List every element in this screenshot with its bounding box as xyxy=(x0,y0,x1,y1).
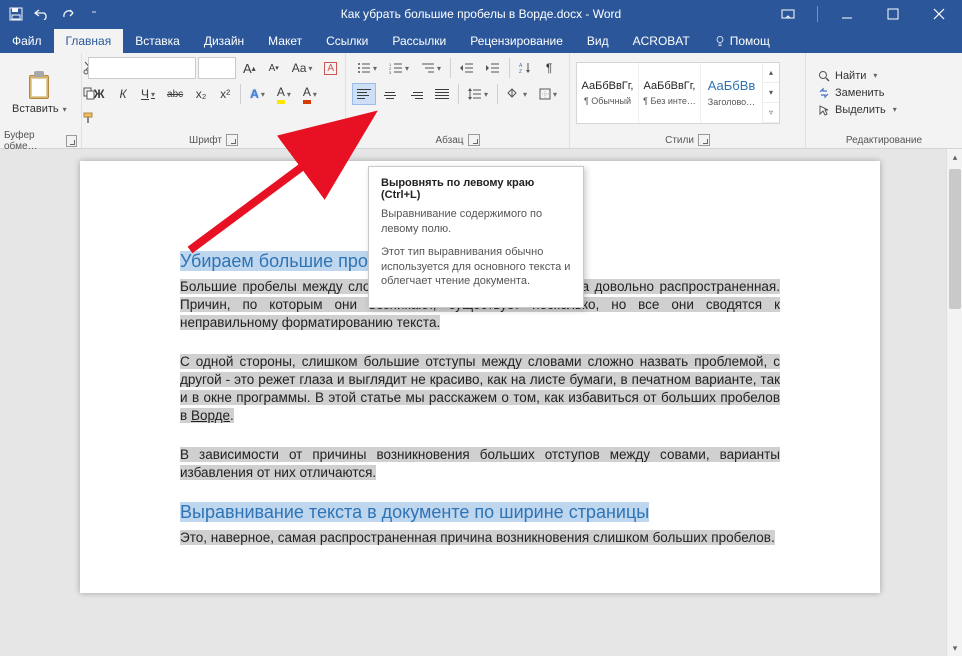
svg-text:3: 3 xyxy=(389,70,392,74)
align-justify-button[interactable] xyxy=(430,83,454,105)
group-editing: Редактирование xyxy=(846,135,922,146)
svg-text:Z: Z xyxy=(519,69,522,74)
gallery-more[interactable]: ▿ xyxy=(763,103,779,123)
style-heading1[interactable]: АаБбВв Заголово… xyxy=(701,63,763,123)
decrease-indent-button[interactable] xyxy=(455,57,479,79)
style-normal[interactable]: АаБбВвГг, ¶ Обычный xyxy=(577,63,639,123)
ribbon-tabs: Файл Главная Вставка Дизайн Макет Ссылки… xyxy=(0,28,962,53)
increase-indent-button[interactable] xyxy=(481,57,505,79)
close-icon[interactable] xyxy=(916,0,962,28)
sort-button[interactable]: AZ xyxy=(514,57,536,79)
subscript-button[interactable]: x₂ xyxy=(190,83,212,105)
change-case-button[interactable]: Aa▾ xyxy=(287,57,318,79)
font-size-combo[interactable] xyxy=(198,57,236,79)
italic-button[interactable]: К xyxy=(112,83,134,105)
tab-mailings[interactable]: Рассылки xyxy=(380,29,458,53)
paragraph-launcher[interactable] xyxy=(468,134,480,146)
tab-review[interactable]: Рецензирование xyxy=(458,29,575,53)
tab-file[interactable]: Файл xyxy=(0,29,54,53)
font-color-button[interactable]: A▾ xyxy=(298,83,322,105)
multilevel-list-button[interactable]: ▾ xyxy=(416,57,446,79)
group-styles: Стили xyxy=(665,135,694,146)
scroll-down[interactable]: ▾ xyxy=(947,640,962,656)
vertical-scrollbar[interactable]: ▴ ▾ xyxy=(946,149,962,656)
font-launcher[interactable] xyxy=(226,134,238,146)
paste-button[interactable]: Вставить▾ xyxy=(6,69,73,117)
strikethrough-button[interactable]: abc xyxy=(162,83,188,105)
doc-heading-2: Выравнивание текста в документе по ширин… xyxy=(180,502,780,523)
replace-button[interactable]: Заменить xyxy=(816,86,899,100)
group-paragraph: Абзац xyxy=(435,135,463,146)
tell-me[interactable]: Помощ xyxy=(706,29,778,53)
align-right-button[interactable] xyxy=(404,83,428,105)
bullets-button[interactable]: ▾ xyxy=(352,57,382,79)
text-effects-button[interactable]: A▾ xyxy=(245,83,270,105)
group-font: Шрифт xyxy=(189,135,222,146)
shading-button[interactable]: ▾ xyxy=(502,83,532,105)
doc-paragraph-4: Это, наверное, самая распространенная пр… xyxy=(180,529,780,547)
lightbulb-icon xyxy=(714,35,726,47)
redo-icon[interactable] xyxy=(60,6,76,22)
underline-button[interactable]: Ч▾ xyxy=(136,83,160,105)
find-icon xyxy=(818,70,830,82)
tab-layout[interactable]: Макет xyxy=(256,29,314,53)
save-icon[interactable] xyxy=(8,6,24,22)
tab-home[interactable]: Главная xyxy=(54,29,124,53)
gallery-up[interactable]: ▴ xyxy=(763,63,779,83)
clear-formatting-button[interactable]: A xyxy=(319,57,342,79)
gallery-down[interactable]: ▾ xyxy=(763,83,779,103)
numbering-button[interactable]: 123▾ xyxy=(384,57,414,79)
tab-references[interactable]: Ссылки xyxy=(314,29,380,53)
grow-font-button[interactable]: A▴ xyxy=(238,57,261,79)
minimize-icon[interactable] xyxy=(824,0,870,28)
tab-view[interactable]: Вид xyxy=(575,29,621,53)
clipboard-launcher[interactable] xyxy=(66,135,77,147)
ribbon-options-icon[interactable] xyxy=(765,0,811,28)
document-title: Как убрать большие пробелы в Ворде.docx … xyxy=(341,7,621,21)
styles-launcher[interactable] xyxy=(698,134,710,146)
doc-paragraph-3: В зависимости от причины возникновения б… xyxy=(180,446,780,482)
show-pilcrow-button[interactable]: ¶ xyxy=(538,57,560,79)
shrink-font-button[interactable]: A▾ xyxy=(263,57,285,79)
undo-icon[interactable] xyxy=(34,6,50,22)
select-button[interactable]: Выделить▾ xyxy=(816,103,899,117)
tab-insert[interactable]: Вставка xyxy=(123,29,192,53)
clipboard-icon xyxy=(25,71,53,101)
align-center-button[interactable] xyxy=(378,83,402,105)
styles-gallery[interactable]: АаБбВвГг, ¶ Обычный АаБбВвГг, ¶ Без инте… xyxy=(576,62,780,124)
select-icon xyxy=(818,104,830,116)
title-bar: ⁼ Как убрать большие пробелы в Ворде.doc… xyxy=(0,0,962,28)
tab-acrobat[interactable]: ACROBAT xyxy=(621,29,702,53)
tab-design[interactable]: Дизайн xyxy=(192,29,256,53)
maximize-icon[interactable] xyxy=(870,0,916,28)
line-spacing-button[interactable]: ▾ xyxy=(463,83,493,105)
replace-icon xyxy=(818,87,830,99)
style-no-spacing[interactable]: АаБбВвГг, ¶ Без инте… xyxy=(639,63,701,123)
ribbon: Вставить▾ Буфер обме… A▴ A▾ Aa▾ A Ж К xyxy=(0,53,962,149)
superscript-button[interactable]: x² xyxy=(214,83,236,105)
borders-button[interactable]: ▾ xyxy=(534,83,562,105)
align-left-tooltip: Выровнять по левому краю (Ctrl+L) Выравн… xyxy=(368,166,584,308)
highlight-button[interactable]: A▾ xyxy=(272,83,296,105)
find-button[interactable]: Найти▾ xyxy=(816,69,899,83)
bold-button[interactable]: Ж xyxy=(88,83,110,105)
scroll-thumb[interactable] xyxy=(949,169,961,309)
align-left-button[interactable] xyxy=(352,83,376,105)
qat-more-icon[interactable]: ⁼ xyxy=(86,6,102,22)
font-name-combo[interactable] xyxy=(88,57,196,79)
doc-paragraph-2: С одной стороны, слишком большие отступы… xyxy=(180,353,780,426)
scroll-up[interactable]: ▴ xyxy=(947,149,962,165)
